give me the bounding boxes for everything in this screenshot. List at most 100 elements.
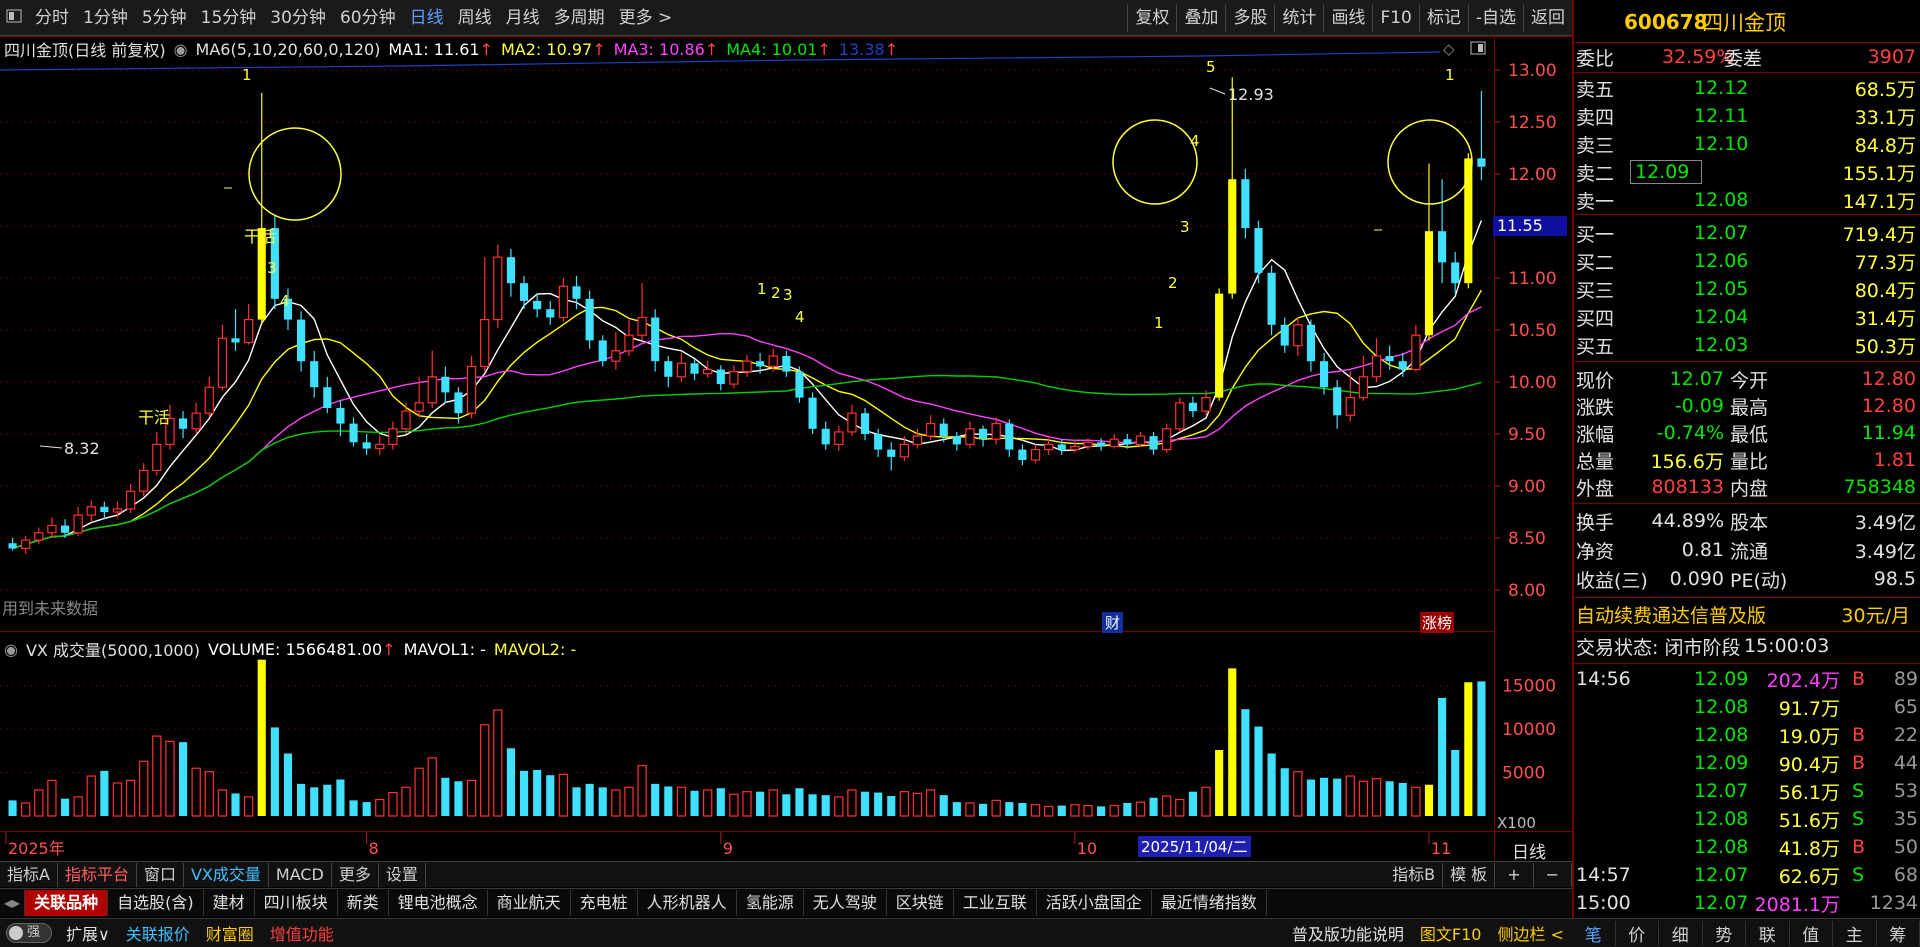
volume-bar[interactable] <box>1358 780 1369 817</box>
period-fenshi[interactable]: 分时 <box>28 0 76 36</box>
volume-bar[interactable] <box>572 787 581 816</box>
volume-bar[interactable] <box>60 798 70 816</box>
related-quote[interactable]: 关联报价 <box>118 921 198 945</box>
volume-bar[interactable] <box>388 791 398 817</box>
panel-toggle-icon[interactable] <box>1470 40 1486 59</box>
volume-bar[interactable] <box>1319 777 1329 816</box>
volume-bar[interactable] <box>243 796 254 817</box>
volume-bar[interactable] <box>729 793 739 817</box>
bid-row[interactable]: 买四 12.04 31.4万 <box>1574 304 1920 330</box>
bid-row[interactable]: 买五 12.03 50.3万 <box>1574 332 1920 358</box>
remove-watchlist-button[interactable]: -自选 <box>1467 3 1523 32</box>
volume-bar[interactable] <box>874 792 883 816</box>
value-added[interactable]: 增值功能 <box>262 921 342 945</box>
volume-bar[interactable] <box>217 789 228 817</box>
mark-button[interactable]: 标记 <box>1418 3 1468 32</box>
volume-bar[interactable] <box>8 800 17 816</box>
volume-bar[interactable] <box>1018 802 1027 816</box>
volume-bar[interactable] <box>1477 681 1486 816</box>
ma-label[interactable]: MA6(5,10,20,60,0,120) <box>196 40 381 59</box>
tab-more[interactable]: 更多 <box>332 862 379 887</box>
volume-bar[interactable] <box>1385 781 1394 816</box>
period-5min[interactable]: 5分钟 <box>135 0 194 36</box>
sector-tab-smallcap[interactable]: 活跃小盘国企 <box>1037 889 1152 916</box>
bid-row[interactable]: 买二 12.06 77.3万 <box>1574 248 1920 274</box>
volume-bar[interactable] <box>401 786 411 817</box>
strong-toggle[interactable]: 强 <box>0 923 58 944</box>
period-daily[interactable]: 日线 <box>403 0 451 36</box>
volume-bar[interactable] <box>112 782 123 817</box>
sector-tab-charging[interactable]: 充电桩 <box>571 889 638 916</box>
volume-bar[interactable] <box>1293 771 1303 817</box>
volume-bar[interactable] <box>611 789 621 817</box>
sector-tab-new[interactable]: 新类 <box>338 889 389 916</box>
volume-bar[interactable] <box>270 727 279 816</box>
volume-bar[interactable] <box>1215 750 1224 816</box>
volume-bar[interactable] <box>624 786 634 817</box>
ad-text[interactable]: 自动续费通达信普及版 <box>1576 601 1766 628</box>
period-multi[interactable]: 多周期 <box>547 0 612 36</box>
volume-bar[interactable] <box>952 802 961 816</box>
sector-nav-icon[interactable]: ◂▸ <box>0 889 26 916</box>
volume-bar[interactable] <box>1228 668 1237 816</box>
volume-bar[interactable] <box>349 800 358 816</box>
volume-bar[interactable] <box>427 757 437 817</box>
candle[interactable] <box>808 392 817 434</box>
volume-bar[interactable] <box>860 791 870 816</box>
volume-bar[interactable] <box>546 775 555 816</box>
stats-button[interactable]: 统计 <box>1274 3 1323 32</box>
tab-main[interactable]: 主 <box>1833 920 1877 946</box>
volume-bar[interactable] <box>821 795 830 816</box>
volume-bar[interactable] <box>204 771 214 817</box>
volume-bar[interactable] <box>979 803 988 816</box>
ad-price[interactable]: 30元/月 <box>1841 601 1910 628</box>
volume-bar[interactable] <box>47 779 57 817</box>
volume-bar[interactable] <box>297 783 306 816</box>
f10-graphic[interactable]: 图文F10 <box>1412 921 1490 945</box>
volume-bar[interactable] <box>86 775 96 817</box>
volume-bar[interactable] <box>664 786 673 816</box>
volume-bar[interactable] <box>1005 802 1014 816</box>
period-weekly[interactable]: 周线 <box>451 0 499 36</box>
tab-vx-volume[interactable]: VX成交量 <box>184 862 269 887</box>
volume-bar[interactable] <box>1398 783 1407 816</box>
volume-bar[interactable] <box>925 789 936 817</box>
volume-bar[interactable] <box>742 791 752 817</box>
volume-bar[interactable] <box>847 789 857 817</box>
volume-bar[interactable] <box>1201 786 1211 817</box>
volume-bar[interactable] <box>480 724 490 817</box>
volume-bar[interactable] <box>1411 786 1421 817</box>
ask-row[interactable]: 卖一 12.08 147.1万 <box>1574 187 1920 213</box>
volume-bar[interactable] <box>1371 778 1382 817</box>
sector-tab-related[interactable]: 关联品种 <box>25 889 109 916</box>
tab-trend[interactable]: 势 <box>1703 920 1746 946</box>
sector-tab-aerospace[interactable]: 商业航天 <box>488 889 571 916</box>
volume-bar[interactable] <box>1424 784 1434 816</box>
bid-row[interactable]: 买三 12.05 80.4万 <box>1574 276 1920 302</box>
volume-bar[interactable] <box>795 788 804 816</box>
candle[interactable] <box>1241 168 1250 239</box>
period-60min[interactable]: 60分钟 <box>333 0 403 36</box>
sector-tab-sentiment[interactable]: 最近情绪指数 <box>1152 889 1267 916</box>
tab-indicator-a[interactable]: 指标A <box>0 862 58 887</box>
volume-bar[interactable] <box>414 767 424 817</box>
volume-bar[interactable] <box>808 794 817 816</box>
volume-bar[interactable] <box>362 802 371 816</box>
sidebar-toggle[interactable]: 侧边栏 < <box>1490 921 1573 945</box>
volume-bar[interactable] <box>768 789 778 817</box>
candle[interactable] <box>493 244 503 328</box>
finance-badge[interactable]: 财 <box>1102 612 1124 633</box>
volume-bar[interactable] <box>887 796 896 816</box>
volume-bar[interactable] <box>899 791 910 817</box>
volume-bar[interactable] <box>466 779 477 817</box>
volume-bar[interactable] <box>21 802 31 817</box>
volume-bar[interactable] <box>336 779 345 816</box>
volume-bar[interactable] <box>1070 804 1080 817</box>
candle[interactable] <box>1215 288 1224 401</box>
volume-bar[interactable] <box>1333 778 1342 816</box>
volume-bar[interactable] <box>1280 768 1289 816</box>
volume-bar[interactable] <box>651 783 660 816</box>
volume-bar[interactable] <box>1188 791 1197 816</box>
candle[interactable] <box>1175 397 1185 432</box>
tab-detail[interactable]: 细 <box>1659 920 1703 946</box>
